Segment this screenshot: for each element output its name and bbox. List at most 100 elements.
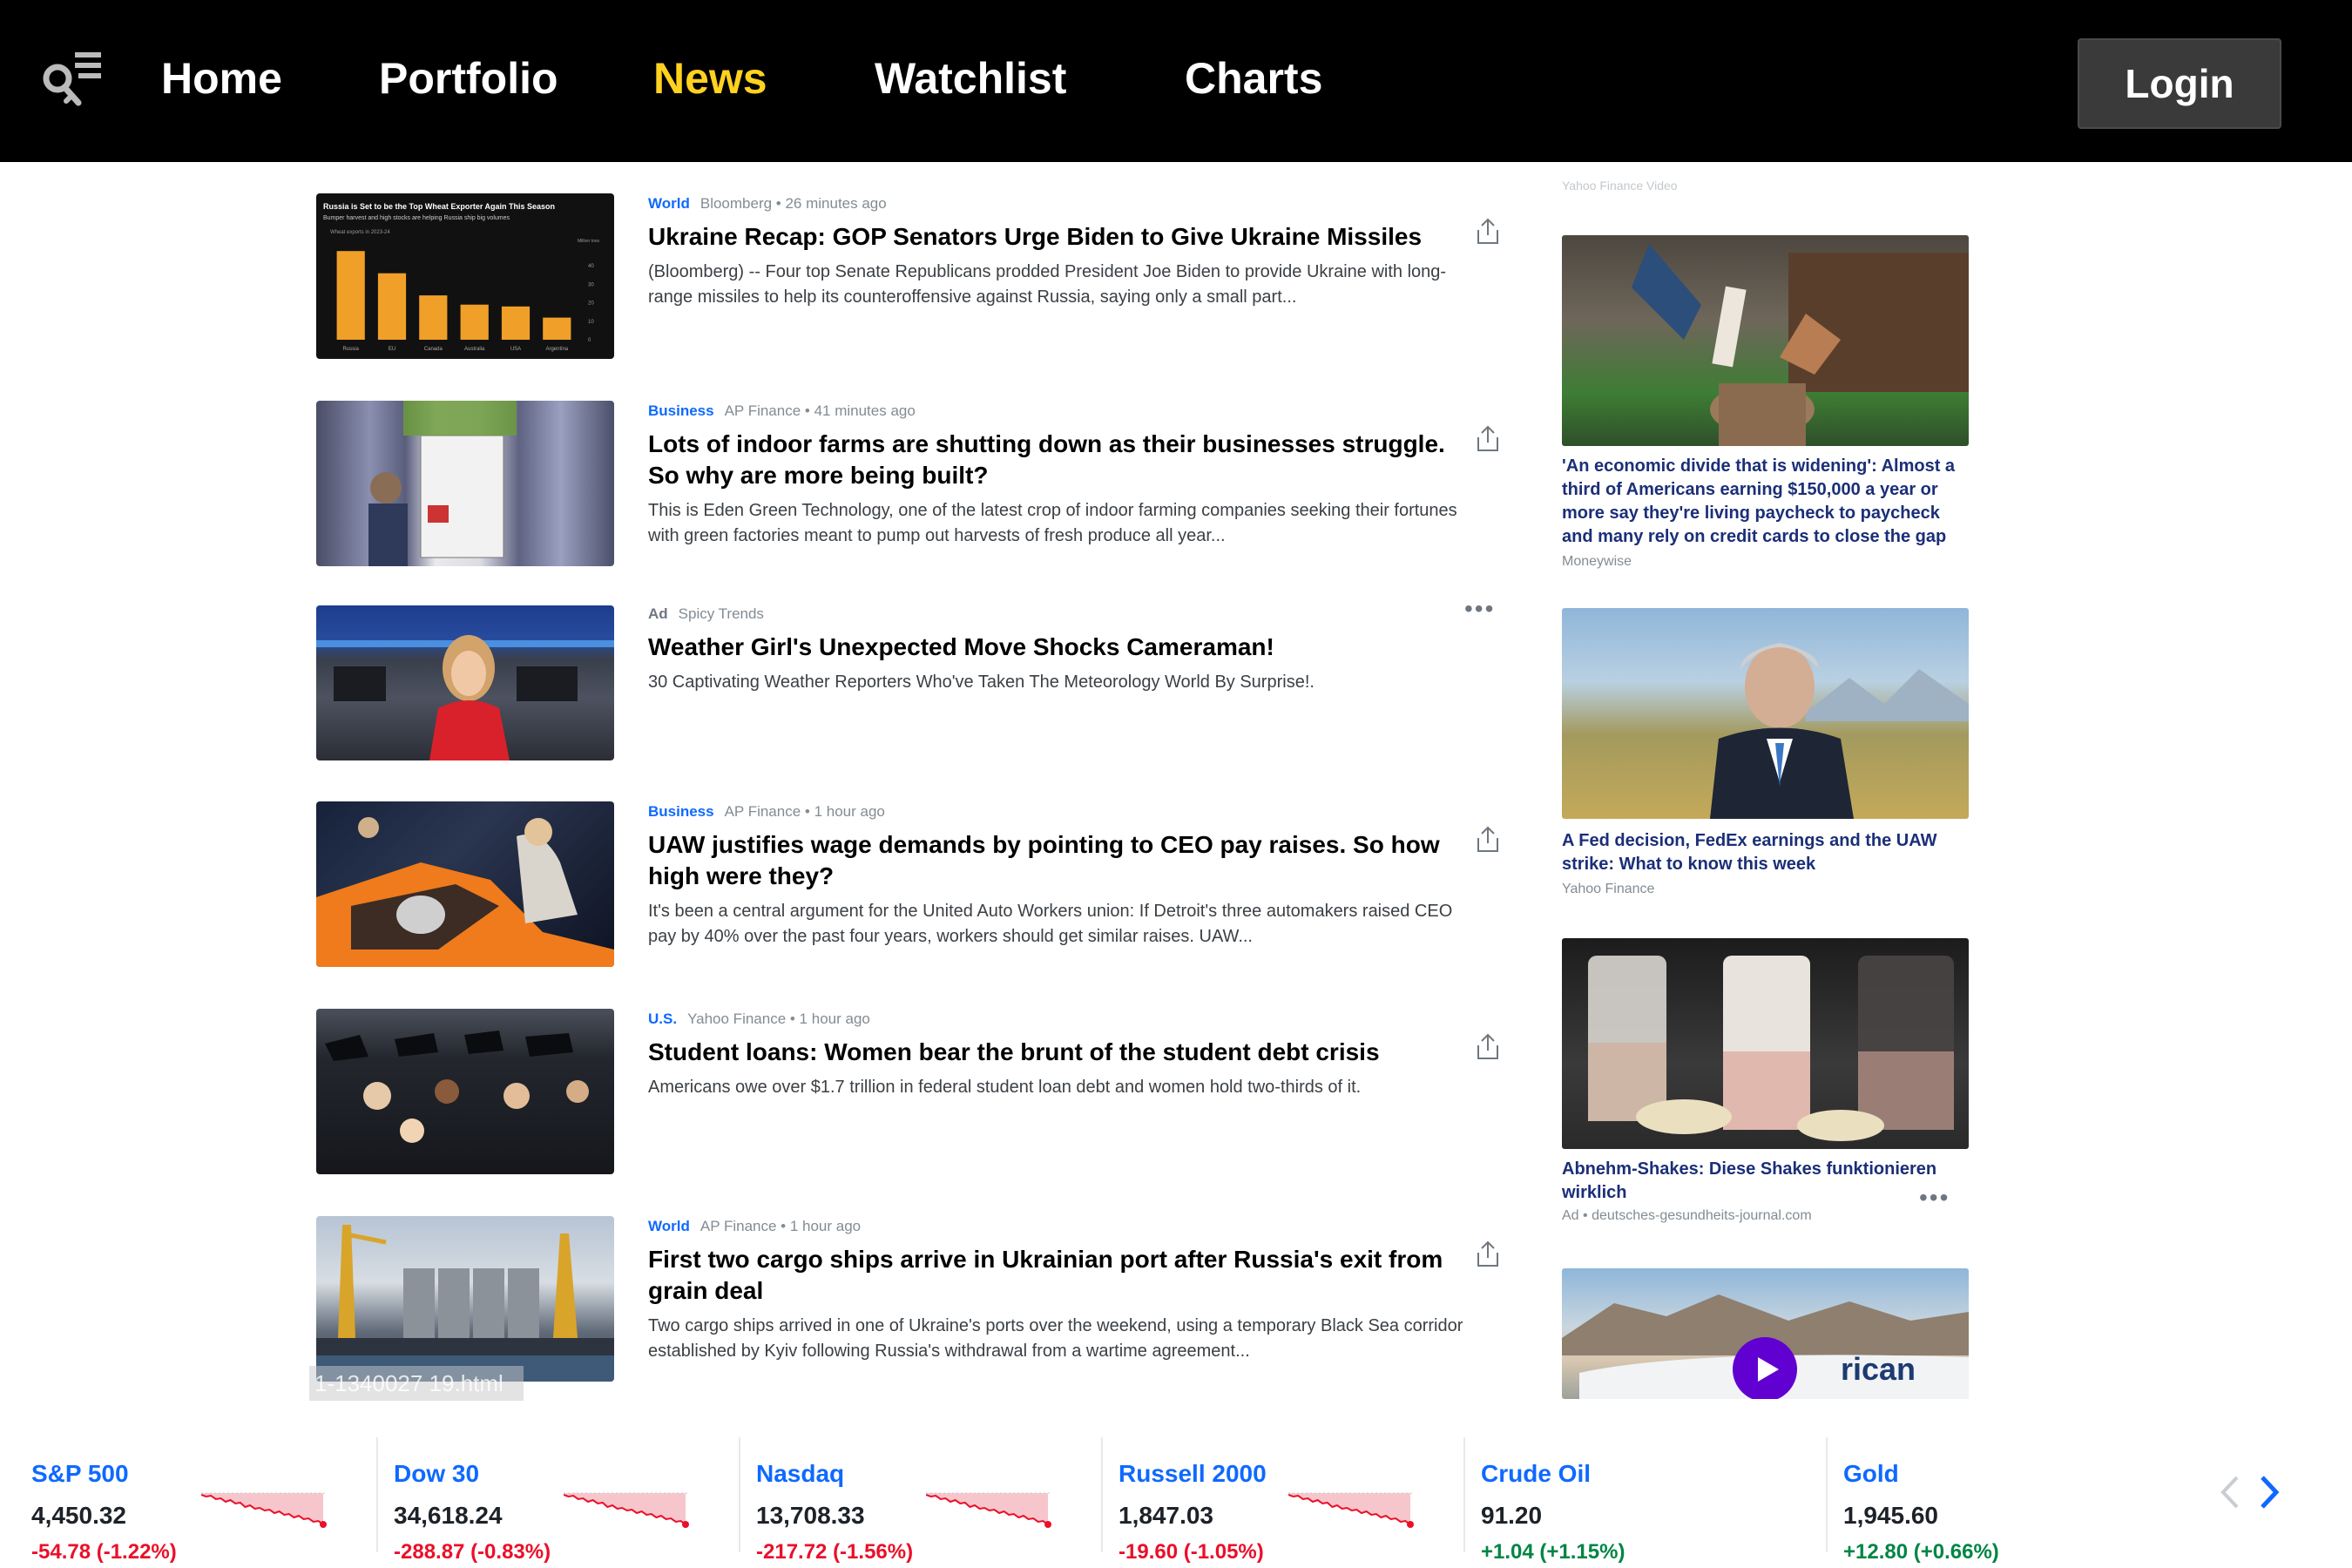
ticker-sparkline — [564, 1492, 690, 1528]
sparkline-end-dot — [1407, 1521, 1414, 1528]
ticker-divider — [376, 1437, 378, 1552]
ticker-item[interactable]: Crude Oil 91.20 +1.04 (+1.15%) — [1481, 1437, 1829, 1564]
article-category[interactable]: Business — [648, 803, 714, 820]
article-item[interactable]: Russia is Set to be the Top Wheat Export… — [316, 193, 1510, 368]
article-summary: Two cargo ships arrived in one of Ukrain… — [648, 1316, 1463, 1361]
article-title[interactable]: First two cargo ships arrive in Ukrainia… — [648, 1244, 1450, 1307]
ticker-divider — [1101, 1437, 1103, 1552]
chart-y-tick: 30 — [588, 282, 594, 287]
ticker-name[interactable]: Dow 30 — [394, 1460, 479, 1488]
chevron-left-icon[interactable] — [2213, 1470, 2247, 1514]
sidebar-story-title[interactable]: 'An economic divide that is widening': A… — [1562, 455, 1969, 549]
market-ticker-bar: S&P 500 4,450.32 -54.78 (-1.22%) Dow 30 34,6… — [0, 1420, 2352, 1568]
sidebar-ad[interactable]: Abnehm-Shakes: Diese Shakes funktioniere… — [1562, 938, 1969, 1234]
ticker-divider — [1826, 1437, 1828, 1552]
play-icon[interactable] — [1732, 1336, 1798, 1399]
ticker-name[interactable]: Gold — [1843, 1460, 1899, 1488]
more-options-icon[interactable]: ••• — [1919, 1184, 1950, 1212]
article-source: AP Finance • 1 hour ago — [700, 1218, 862, 1234]
ticker-item[interactable]: Nasdaq 13,708.33 -217.72 (-1.56%) — [756, 1437, 1105, 1564]
chart-category-label: Canada — [424, 347, 443, 352]
ticker-item[interactable]: Gold 1,945.60 +12.80 (+0.66%) — [1843, 1437, 2192, 1564]
article-item[interactable]: Business AP Finance • 1 hour ago UAW just… — [316, 801, 1510, 976]
nav-portfolio[interactable]: Portfolio — [379, 52, 558, 105]
article-item[interactable]: Business AP Finance • 41 minutes ago Lots… — [316, 401, 1510, 575]
chart-y-tick: 0 — [588, 338, 591, 343]
article-category[interactable]: World — [648, 1218, 690, 1234]
nav-charts[interactable]: Charts — [1185, 52, 1322, 105]
ad-label: Ad — [648, 605, 668, 622]
article-title[interactable]: Ukraine Recap: GOP Senators Urge Biden t… — [648, 221, 1450, 253]
article-thumbnail-chart: Russia is Set to be the Top Wheat Export… — [316, 193, 614, 359]
article-meta: Ad Spicy Trends — [648, 605, 764, 623]
chart-y-tick: 10 — [588, 320, 594, 325]
chart-unit-label: Million tons — [578, 239, 600, 244]
nav-news[interactable]: News — [653, 52, 767, 105]
chart-y-tick: 40 — [588, 264, 594, 269]
ticker-item[interactable]: Russell 2000 1,847.03 -19.60 (-1.05%) — [1119, 1437, 1467, 1564]
ticker-item[interactable]: S&P 500 4,450.32 -54.78 (-1.22%) — [31, 1437, 380, 1564]
ad-summary: 30 Captivating Weather Reporters Who've … — [648, 672, 1315, 692]
article-thumbnail — [316, 1009, 614, 1174]
article-category[interactable]: World — [648, 195, 690, 212]
ticker-change: -217.72 (-1.56%) — [756, 1540, 914, 1564]
nav-home[interactable]: Home — [161, 52, 282, 105]
sidebar-ad-title[interactable]: Abnehm-Shakes: Diese Shakes funktioniere… — [1562, 1158, 1969, 1205]
sidebar-story-source: Yahoo Finance — [1562, 882, 1655, 896]
article-thumbnail — [316, 401, 614, 566]
sparkline-end-dot — [320, 1521, 327, 1528]
ticker-item[interactable]: Dow 30 34,618.24 -288.87 (-0.83%) — [394, 1437, 742, 1564]
ticker-price: 1,945.60 — [1843, 1502, 1938, 1529]
sparkline-end-dot — [682, 1521, 689, 1528]
article-source: AP Finance • 1 hour ago — [724, 803, 885, 820]
article-title[interactable]: Lots of indoor farms are shutting down a… — [648, 429, 1450, 491]
ticker-name[interactable]: S&P 500 — [31, 1460, 129, 1488]
ticker-name[interactable]: Nasdaq — [756, 1460, 844, 1488]
sidebar-video[interactable]: rican — [1562, 1268, 1969, 1399]
chevron-right-icon[interactable] — [2252, 1470, 2287, 1514]
share-icon[interactable] — [1475, 425, 1501, 453]
article-item[interactable]: U.S. Yahoo Finance • 1 hour ago Student l… — [316, 1009, 1510, 1183]
sidebar-story[interactable]: A Fed decision, FedEx earnings and the U… — [1562, 608, 1969, 904]
ticker-price: 1,847.03 — [1119, 1502, 1213, 1529]
chart-category-label: Australia — [464, 347, 485, 352]
article-thumbnail — [316, 1216, 614, 1382]
article-title[interactable]: UAW justifies wage demands by pointing t… — [648, 829, 1450, 892]
article-meta: World AP Finance • 1 hour ago — [648, 1218, 861, 1235]
article-source: Yahoo Finance • 1 hour ago — [687, 1010, 870, 1027]
ticker-name[interactable]: Crude Oil — [1481, 1460, 1591, 1488]
share-icon[interactable] — [1475, 218, 1501, 246]
sidebar-story-title[interactable]: A Fed decision, FedEx earnings and the U… — [1562, 829, 1969, 876]
more-options-icon[interactable]: ••• — [1464, 595, 1495, 623]
share-icon[interactable] — [1475, 1240, 1501, 1268]
chart-bar — [501, 306, 531, 340]
ticker-divider — [739, 1437, 740, 1552]
chart-subtitle: Bumper harvest and high stocks are helpi… — [323, 215, 510, 221]
ad-item[interactable]: Ad Spicy Trends Weather Girl's Unexpected… — [316, 595, 1510, 767]
nav-watchlist[interactable]: Watchlist — [875, 52, 1066, 105]
share-icon[interactable] — [1475, 826, 1501, 854]
key-menu-icon[interactable] — [38, 44, 106, 112]
article-item[interactable]: World AP Finance • 1 hour ago First two c… — [316, 1216, 1510, 1390]
article-title[interactable]: Student loans: Women bear the brunt of t… — [648, 1037, 1450, 1068]
ticker-change: -288.87 (-0.83%) — [394, 1540, 551, 1564]
chart-y-tick: 20 — [588, 301, 594, 307]
ticker-price: 91.20 — [1481, 1502, 1543, 1529]
ticker-price: 34,618.24 — [394, 1502, 503, 1529]
ticker-name[interactable]: Russell 2000 — [1119, 1460, 1267, 1488]
article-category[interactable]: U.S. — [648, 1010, 677, 1027]
ticker-sparkline — [1288, 1492, 1415, 1528]
ticker-price: 13,708.33 — [756, 1502, 865, 1529]
share-icon[interactable] — [1475, 1033, 1501, 1061]
chart-title: Russia is Set to be the Top Wheat Export… — [323, 202, 555, 211]
chart-bar — [377, 273, 407, 340]
ticker-change: -54.78 (-1.22%) — [31, 1540, 177, 1564]
wheat-export-chart: Russia is Set to be the Top Wheat Export… — [323, 202, 600, 352]
login-button[interactable]: Login — [2078, 38, 2281, 129]
article-meta: World Bloomberg • 26 minutes ago — [648, 195, 887, 213]
sidebar-ad-source: Ad • deutsches-gesundheits-journal.com — [1562, 1208, 1812, 1223]
ad-title[interactable]: Weather Girl's Unexpected Move Shocks Ca… — [648, 632, 1450, 663]
article-category[interactable]: Business — [648, 402, 714, 419]
sidebar-story[interactable]: 'An economic divide that is widening': A… — [1562, 235, 1969, 575]
article-summary: Americans owe over $1.7 trillion in fede… — [648, 1078, 1362, 1097]
